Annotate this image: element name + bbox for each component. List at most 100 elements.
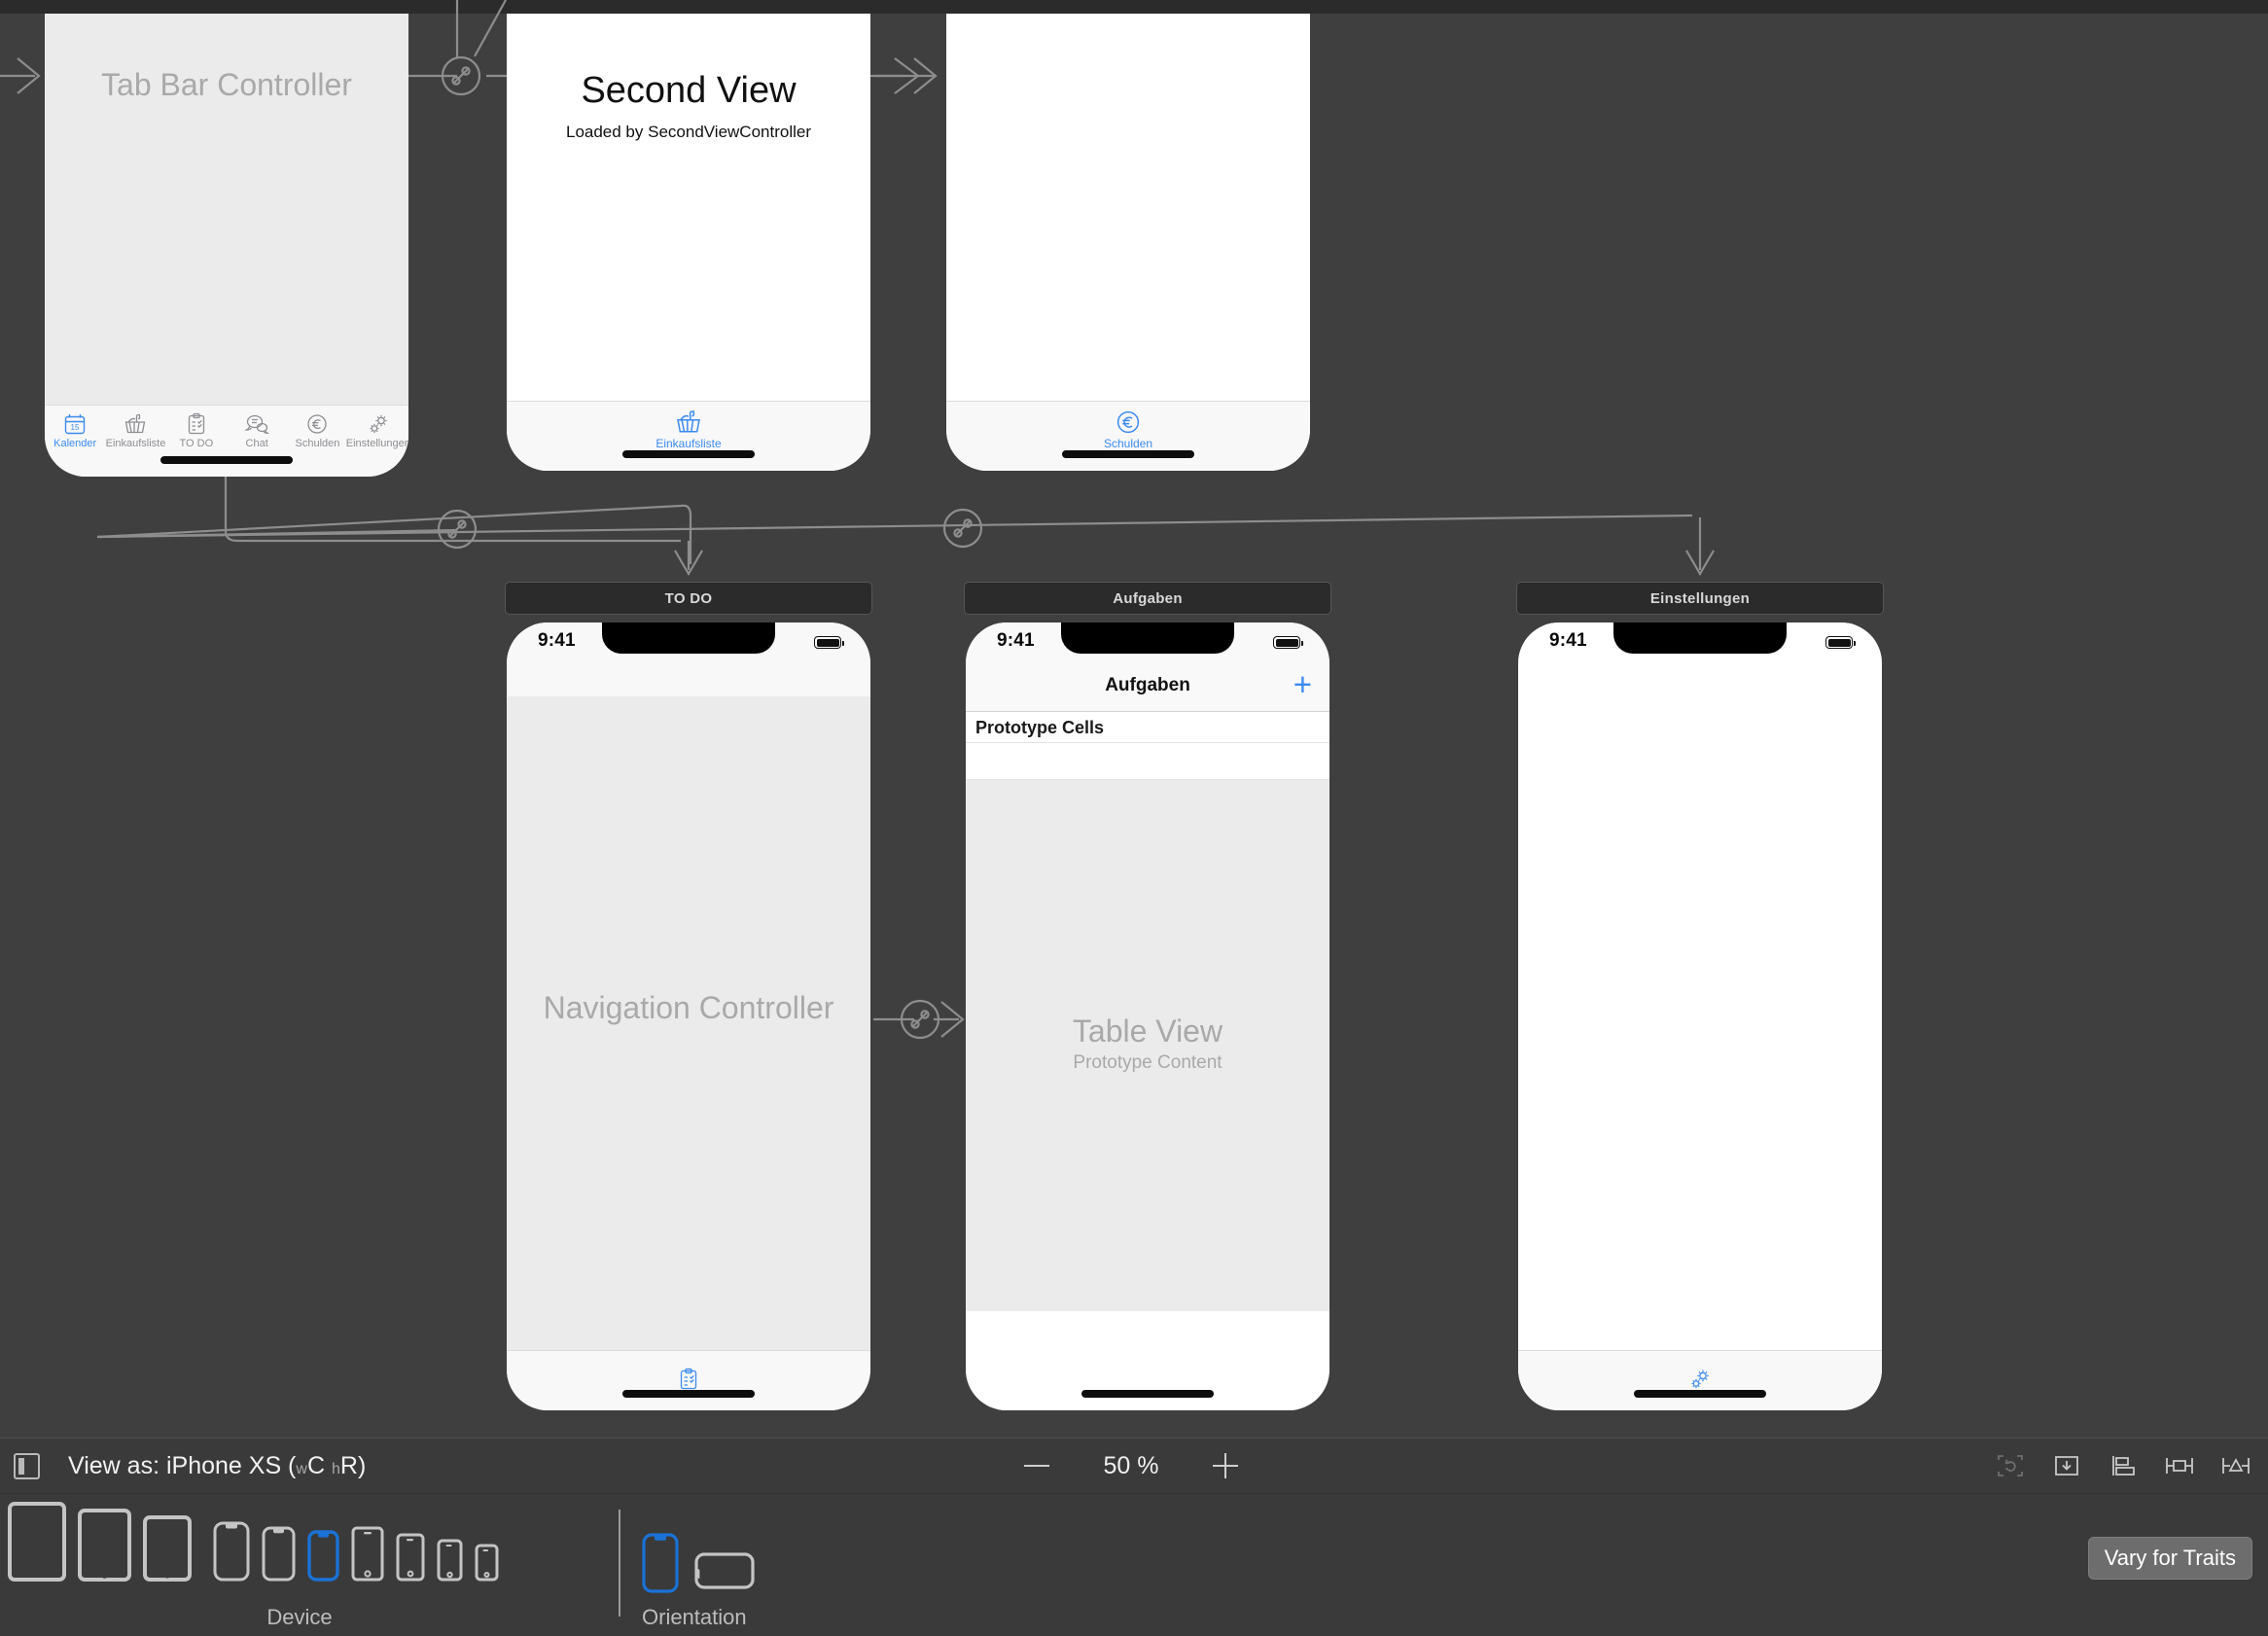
scene-placeholder-title: Navigation Controller (543, 990, 834, 1025)
tab-item-kalender[interactable]: 15 Kalender (45, 411, 105, 449)
view-as-prefix: View as: iPhone XS ( (68, 1452, 297, 1479)
chat-bubbles-icon (244, 411, 270, 437)
scene-placeholder-title: Table View (1072, 1014, 1223, 1049)
device-iphone-8[interactable] (396, 1533, 425, 1582)
scene-second-view[interactable]: Second View Loaded by SecondViewControll… (507, 14, 870, 471)
tab-item-einstellungen[interactable]: Einstellungen (345, 411, 408, 449)
scene-chip-label: Einstellungen (1649, 589, 1751, 607)
resolve-auto-layout-issues-icon[interactable] (2217, 1448, 2254, 1483)
scene-todo-navigation-controller[interactable]: 9:41 Navigation Controller (507, 622, 870, 1410)
device-iphone-8-plus[interactable] (351, 1526, 384, 1582)
orientation-selector[interactable] (642, 1533, 755, 1598)
prototype-cell[interactable] (966, 743, 1329, 780)
tab-item-einstellungen[interactable] (1687, 1367, 1713, 1393)
trait-h-value: R (339, 1452, 358, 1479)
tab-item-todo[interactable] (676, 1367, 701, 1393)
clipboard-icon (184, 411, 209, 437)
device-iphone-xs-max[interactable] (213, 1521, 250, 1582)
notch (1613, 622, 1787, 654)
trait-w-subscript: w (296, 1461, 307, 1477)
battery-icon (1825, 636, 1856, 649)
device-iphone-xr[interactable] (262, 1526, 296, 1582)
canvas-top-strip (0, 0, 2268, 14)
svg-text:15: 15 (71, 423, 80, 432)
scene-chip-einstellungen[interactable]: Einstellungen (1516, 582, 1884, 615)
device-ipad-11in[interactable] (78, 1509, 131, 1582)
tab-item-einkaufsliste[interactable]: Einkaufsliste (105, 411, 165, 449)
calendar-icon: 15 (62, 411, 88, 437)
orientation-landscape[interactable] (694, 1552, 755, 1594)
home-indicator (622, 1390, 755, 1398)
tab-item-schulden[interactable]: Schulden (1104, 408, 1152, 449)
minus-icon[interactable] (1021, 1450, 1052, 1481)
tab-item-einkaufsliste[interactable]: Einkaufsliste (656, 408, 722, 450)
view-as-bar: View as: iPhone XS (wC hR) 50 % (0, 1438, 2268, 1494)
table-section-header: Prototype Cells (966, 712, 1329, 743)
tab-item-label: Einkaufsliste (656, 437, 722, 450)
scene-placeholder-title: Tab Bar Controller (101, 67, 352, 102)
notch (1061, 622, 1234, 654)
second-view-title: Second View (581, 70, 797, 111)
tab-item-label: Schulden (295, 438, 340, 449)
home-indicator (622, 450, 755, 458)
scene-chip-todo[interactable]: TO DO (505, 582, 872, 615)
show-document-outline-icon[interactable] (14, 1453, 40, 1479)
scene-schulden-view[interactable]: Schulden (946, 14, 1310, 471)
tab-item-label: Schulden (1103, 437, 1153, 450)
clipboard-icon (676, 1367, 701, 1392)
tab-item-label: Chat (245, 438, 268, 449)
scene-placeholder-subtitle: Prototype Content (1073, 1052, 1223, 1073)
vary-for-traits-button[interactable]: Vary for Traits (2087, 1537, 2252, 1580)
table-section-header-label: Prototype Cells (975, 718, 1105, 737)
tab-bar[interactable] (1518, 1350, 1882, 1410)
battery-icon (1273, 636, 1303, 649)
add-new-constraints-icon[interactable] (2161, 1448, 2198, 1483)
align-icon[interactable] (2105, 1448, 2142, 1483)
trait-h-subscript: h (331, 1461, 340, 1477)
scene-chip-label: Aufgaben (1113, 589, 1183, 607)
device-iphone-4s[interactable] (475, 1544, 499, 1582)
home-indicator (160, 456, 293, 464)
plus-icon[interactable] (1210, 1450, 1241, 1481)
zoom-controls[interactable]: 50 % (1021, 1450, 1241, 1481)
orientation-group-label: Orientation (642, 1605, 747, 1629)
scene-chip-aufgaben[interactable]: Aufgaben (964, 582, 1331, 615)
device-iphone-se[interactable] (437, 1539, 463, 1582)
device-ipad-12in[interactable] (8, 1502, 66, 1582)
tab-bar[interactable]: 15 Kalender Einkaufsliste TO DO Chat Sch… (45, 405, 408, 477)
euro-circle-icon (304, 411, 330, 437)
home-indicator (1062, 450, 1194, 458)
scene-einstellungen-view[interactable]: 9:41 (1518, 622, 1882, 1410)
scene-tab-bar-controller[interactable]: Tab Bar Controller 15 Kalender Einkaufsl… (45, 14, 408, 477)
orientation-portrait[interactable] (642, 1533, 679, 1598)
view-as-label[interactable]: View as: iPhone XS (wC hR) (68, 1452, 366, 1480)
tab-bar[interactable] (507, 1350, 870, 1410)
device-selector[interactable] (8, 1502, 499, 1582)
battery-icon (814, 636, 844, 649)
gears-icon (366, 411, 391, 437)
tab-item-label: TO DO (179, 438, 214, 449)
scene-aufgaben-table-view[interactable]: 9:41 Aufgaben + Prototype Cells Table Vi… (966, 622, 1329, 1410)
tab-item-todo[interactable]: TO DO (166, 411, 227, 449)
update-frames-icon[interactable] (1992, 1448, 2029, 1483)
interface-builder-tools[interactable] (1992, 1448, 2254, 1483)
tab-item-label: Einstellungen (345, 438, 408, 449)
storyboard-editor: Tab Bar Controller 15 Kalender Einkaufsl… (0, 0, 2268, 1636)
tab-bar[interactable]: Schulden (946, 401, 1310, 471)
add-button[interactable]: + (1293, 668, 1312, 700)
status-time: 9:41 (1549, 630, 1587, 651)
status-time: 9:41 (538, 630, 576, 651)
tab-item-schulden[interactable]: Schulden (287, 411, 347, 449)
navigation-bar-placeholder (507, 659, 870, 696)
tab-item-chat[interactable]: Chat (227, 411, 287, 449)
second-view-subtitle: Loaded by SecondViewController (565, 123, 812, 141)
trait-w-value: C (306, 1452, 326, 1479)
storyboard-canvas[interactable]: Tab Bar Controller 15 Kalender Einkaufsl… (0, 0, 2268, 1438)
navigation-bar[interactable]: Aufgaben + (966, 659, 1329, 712)
device-iphone-xs[interactable] (307, 1530, 339, 1582)
zoom-value[interactable]: 50 % (1087, 1452, 1175, 1480)
tab-item-label: Kalender (53, 438, 97, 449)
tab-bar[interactable]: Einkaufsliste (507, 401, 870, 471)
device-ipad-9in[interactable] (143, 1515, 192, 1582)
embed-in-icon[interactable] (2048, 1448, 2085, 1483)
